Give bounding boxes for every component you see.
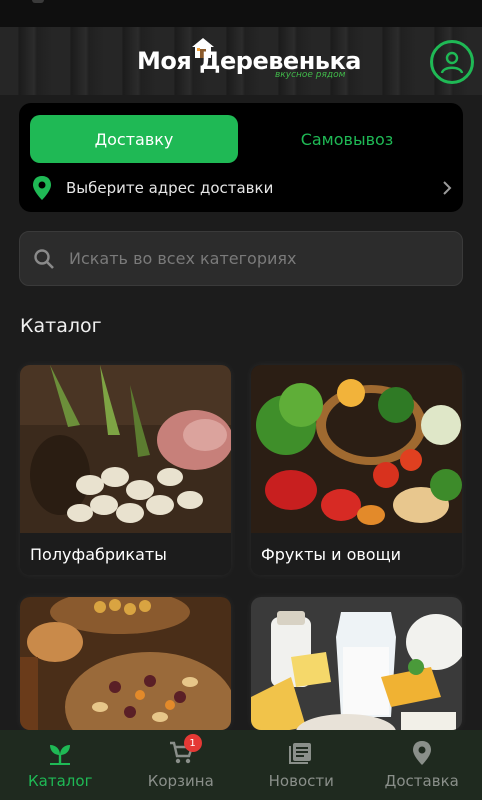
- logo-tagline: вкусное рядом: [275, 70, 346, 80]
- search-icon: [34, 248, 54, 269]
- profile-button[interactable]: [430, 40, 474, 84]
- location-pin-icon: [33, 176, 51, 200]
- tab-pickup[interactable]: Самовывоз: [241, 115, 453, 163]
- status-indicator: [32, 0, 44, 3]
- location-pin-icon: [412, 741, 431, 765]
- search-placeholder: Искать во всех категориях: [69, 249, 297, 268]
- sprout-icon: [50, 745, 71, 765]
- address-selector[interactable]: Выберите адрес доставки: [31, 171, 453, 205]
- bottom-navigation: Каталог 1 Корзина Новости Доставка: [0, 730, 482, 800]
- category-card-semi-finished[interactable]: Полуфабрикаты: [20, 365, 231, 575]
- dairy-photo: [251, 597, 462, 730]
- category-label: Полуфабрикаты: [20, 533, 231, 575]
- search-input[interactable]: Искать во всех категориях: [19, 231, 463, 286]
- nav-label: Доставка: [384, 772, 459, 790]
- app-logo: Моя Деревенька вкусное рядом: [137, 37, 361, 83]
- category-label: Фрукты и овощи: [251, 533, 462, 575]
- news-icon: [289, 743, 312, 764]
- tab-delivery[interactable]: Доставку: [30, 115, 238, 163]
- address-prompt: Выберите адрес доставки: [66, 179, 274, 197]
- fruits-vegetables-photo: [251, 365, 462, 533]
- nav-label: Новости: [268, 772, 334, 790]
- nav-label: Каталог: [28, 772, 93, 790]
- app-header: Моя Деревенька вкусное рядом: [0, 27, 482, 95]
- category-card-fruits-vegetables[interactable]: Фрукты и овощи: [251, 365, 462, 575]
- nav-delivery[interactable]: Доставка: [362, 730, 482, 800]
- nav-cart[interactable]: 1 Корзина: [121, 730, 242, 800]
- nav-catalog[interactable]: Каталог: [0, 730, 121, 800]
- nav-label: Корзина: [147, 772, 214, 790]
- category-card-dairy[interactable]: [251, 597, 462, 730]
- delivery-options-card: Доставку Самовывоз Выберите адрес достав…: [19, 103, 463, 212]
- cart-badge: 1: [183, 734, 202, 752]
- nuts-dried-fruits-photo: [20, 597, 231, 730]
- nav-news[interactable]: Новости: [241, 730, 362, 800]
- chevron-right-icon: [443, 181, 452, 195]
- status-bar: [0, 0, 482, 27]
- catalog-title: Каталог: [20, 315, 102, 337]
- user-icon: [440, 51, 464, 74]
- semi-finished-photo: [20, 365, 231, 533]
- category-card-nuts[interactable]: [20, 597, 231, 730]
